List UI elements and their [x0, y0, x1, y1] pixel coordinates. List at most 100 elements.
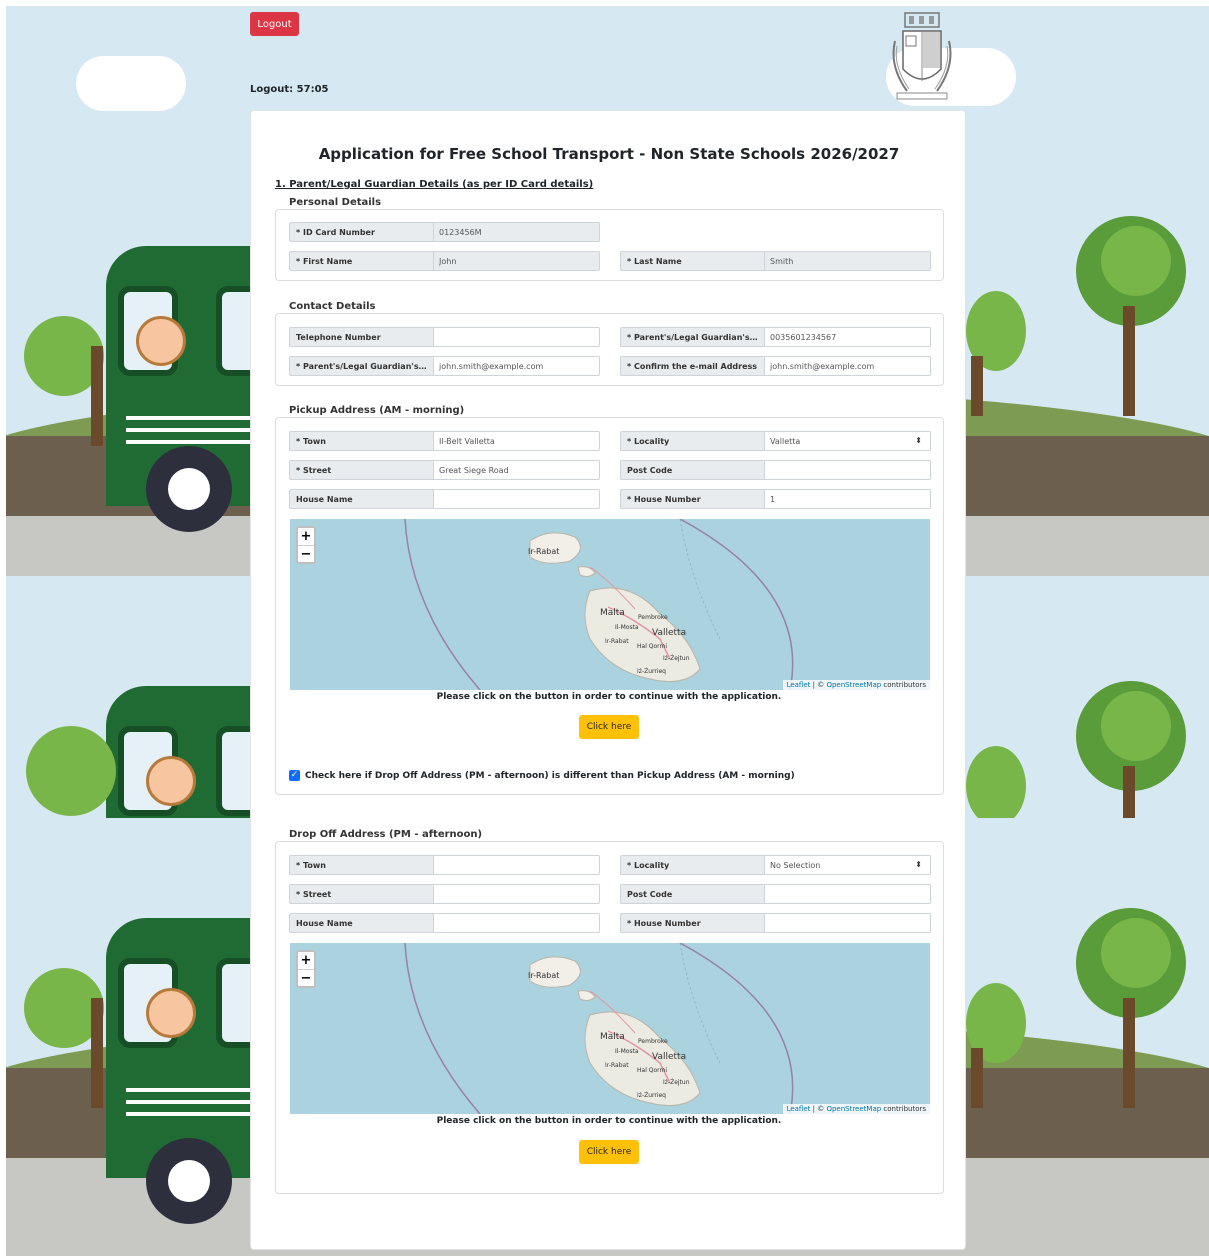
map-label: Iż-Żejtun [663, 1079, 690, 1086]
map-label: Pembroke [638, 614, 668, 621]
email-row: * Parent's/Legal Guardian's e-... [289, 356, 600, 376]
pickup-house-number-label: * House Number [620, 489, 764, 509]
first-name-field[interactable] [433, 251, 600, 271]
map-label: Hal Qormi [637, 1067, 668, 1074]
dropoff-house-name-row: House Name [289, 913, 600, 933]
dropoff-house-number-row: * House Number [620, 913, 931, 933]
map-label: Ir-Rabat [605, 638, 629, 645]
select-arrows-icon: ⬍ [915, 860, 922, 869]
map-label: Ir-Rabat [528, 971, 560, 980]
zoom-out-button[interactable]: − [298, 969, 314, 986]
map-zoom-control: + − [296, 950, 316, 988]
dropoff-locality-row: * Locality No Selection ⬍ [620, 855, 931, 875]
map-label: Hal Qormi [637, 643, 668, 650]
zoom-in-button[interactable]: + [298, 528, 314, 545]
email-label: * Parent's/Legal Guardian's e-... [289, 356, 433, 376]
dropoff-different-check-row: ✓ Check here if Drop Off Address (PM - a… [289, 770, 795, 781]
dropoff-house-number-label: * House Number [620, 913, 764, 933]
pickup-house-name-row: House Name [289, 489, 600, 509]
dropoff-click-here-button[interactable]: Click here [579, 1140, 639, 1164]
malta-coat-of-arms-logo [892, 12, 952, 100]
mobile-row: * Parent's/Legal Guardian's M... [620, 327, 931, 347]
pickup-locality-row: * Locality Valletta ⬍ [620, 431, 931, 451]
dropoff-town-label: * Town [289, 855, 433, 875]
map-label: Valletta [652, 1052, 687, 1062]
map-label: Malta [600, 608, 625, 618]
telephone-label: Telephone Number [289, 327, 433, 347]
map-attribution: Leaflet | © OpenStreetMap contributors [782, 1104, 930, 1114]
id-card-row: * ID Card Number [289, 222, 600, 242]
dropoff-different-label: Check here if Drop Off Address (PM - aft… [305, 770, 795, 781]
confirm-email-label: * Confirm the e-mail Address [620, 356, 764, 376]
zoom-in-button[interactable]: + [298, 952, 314, 969]
dropoff-address-legend: Drop Off Address (PM - afternoon) [289, 829, 483, 840]
pickup-locality-select[interactable]: Valletta ⬍ [764, 431, 931, 451]
id-card-field[interactable] [433, 222, 600, 242]
mobile-field[interactable] [764, 327, 931, 347]
map-label: Iż-Żejtun [663, 655, 690, 662]
pickup-map[interactable]: Ir-Rabat Malta Pembroke Il-Mosta Vallett… [290, 519, 930, 690]
dropoff-town-field[interactable] [433, 855, 600, 875]
pickup-click-here-button[interactable]: Click here [579, 715, 639, 739]
map-label: Iż-Żurrieq [637, 1092, 666, 1099]
dropoff-town-row: * Town [289, 855, 600, 875]
dropoff-locality-label: * Locality [620, 855, 764, 875]
dropoff-different-checkbox[interactable]: ✓ [289, 770, 300, 781]
last-name-label: * Last Name [620, 251, 764, 271]
contact-details-legend: Contact Details [289, 301, 376, 312]
osm-link[interactable]: OpenStreetMap [826, 1105, 881, 1113]
telephone-field[interactable] [433, 327, 600, 347]
application-form-card: Application for Free School Transport - … [250, 110, 966, 1250]
leaflet-link[interactable]: Leaflet [787, 681, 811, 689]
pickup-house-name-field[interactable] [433, 489, 600, 509]
map-zoom-control: + − [296, 526, 316, 564]
map-label: Il-Mosta [615, 624, 639, 631]
mobile-label: * Parent's/Legal Guardian's M... [620, 327, 764, 347]
session-timer: Logout: 57:05 [250, 84, 329, 95]
pickup-town-field[interactable] [433, 431, 600, 451]
pickup-house-name-label: House Name [289, 489, 433, 509]
section-title: 1. Parent/Legal Guardian Details (as per… [275, 179, 594, 190]
dropoff-postcode-row: Post Code [620, 884, 931, 904]
dropoff-house-name-label: House Name [289, 913, 433, 933]
pickup-house-number-field[interactable] [764, 489, 931, 509]
pickup-address-legend: Pickup Address (AM - morning) [289, 405, 465, 416]
dropoff-postcode-field[interactable] [764, 884, 931, 904]
pickup-locality-label: * Locality [620, 431, 764, 451]
logout-button[interactable]: Logout [250, 12, 299, 36]
last-name-row: * Last Name [620, 251, 931, 271]
dropoff-map[interactable]: Ir-Rabat Malta Pembroke Il-Mosta Vallett… [290, 943, 930, 1114]
dropoff-locality-select[interactable]: No Selection ⬍ [764, 855, 931, 875]
dropoff-locality-value: No Selection [770, 861, 821, 870]
pickup-postcode-field[interactable] [764, 460, 931, 480]
pickup-street-label: * Street [289, 460, 433, 480]
dropoff-postcode-label: Post Code [620, 884, 764, 904]
confirm-email-row: * Confirm the e-mail Address [620, 356, 931, 376]
page-title: Application for Free School Transport - … [318, 145, 900, 163]
confirm-email-field[interactable] [764, 356, 931, 376]
pickup-postcode-label: Post Code [620, 460, 764, 480]
dropoff-street-field[interactable] [433, 884, 600, 904]
first-name-row: * First Name [289, 251, 600, 271]
select-arrows-icon: ⬍ [915, 436, 922, 445]
map-label: Valletta [652, 628, 687, 638]
dropoff-instruction-text: Please click on the button in order to c… [436, 1116, 782, 1126]
pickup-locality-value: Valletta [770, 437, 801, 446]
email-field[interactable] [433, 356, 600, 376]
last-name-field[interactable] [764, 251, 931, 271]
dropoff-house-name-field[interactable] [433, 913, 600, 933]
dropoff-map-tiles [404, 943, 794, 1114]
pickup-street-row: * Street [289, 460, 600, 480]
map-label: Pembroke [638, 1038, 668, 1045]
map-label: Il-Mosta [615, 1048, 639, 1055]
pickup-street-field[interactable] [433, 460, 600, 480]
leaflet-link[interactable]: Leaflet [787, 1105, 811, 1113]
osm-link[interactable]: OpenStreetMap [826, 681, 881, 689]
telephone-row: Telephone Number [289, 327, 600, 347]
zoom-out-button[interactable]: − [298, 545, 314, 562]
map-label: Iż-Żurrieq [637, 668, 666, 675]
personal-details-legend: Personal Details [289, 197, 382, 208]
map-attribution: Leaflet | © OpenStreetMap contributors [782, 680, 930, 690]
dropoff-house-number-field[interactable] [764, 913, 931, 933]
contact-details-fieldset: Telephone Number * Parent's/Legal Guardi… [275, 313, 944, 386]
